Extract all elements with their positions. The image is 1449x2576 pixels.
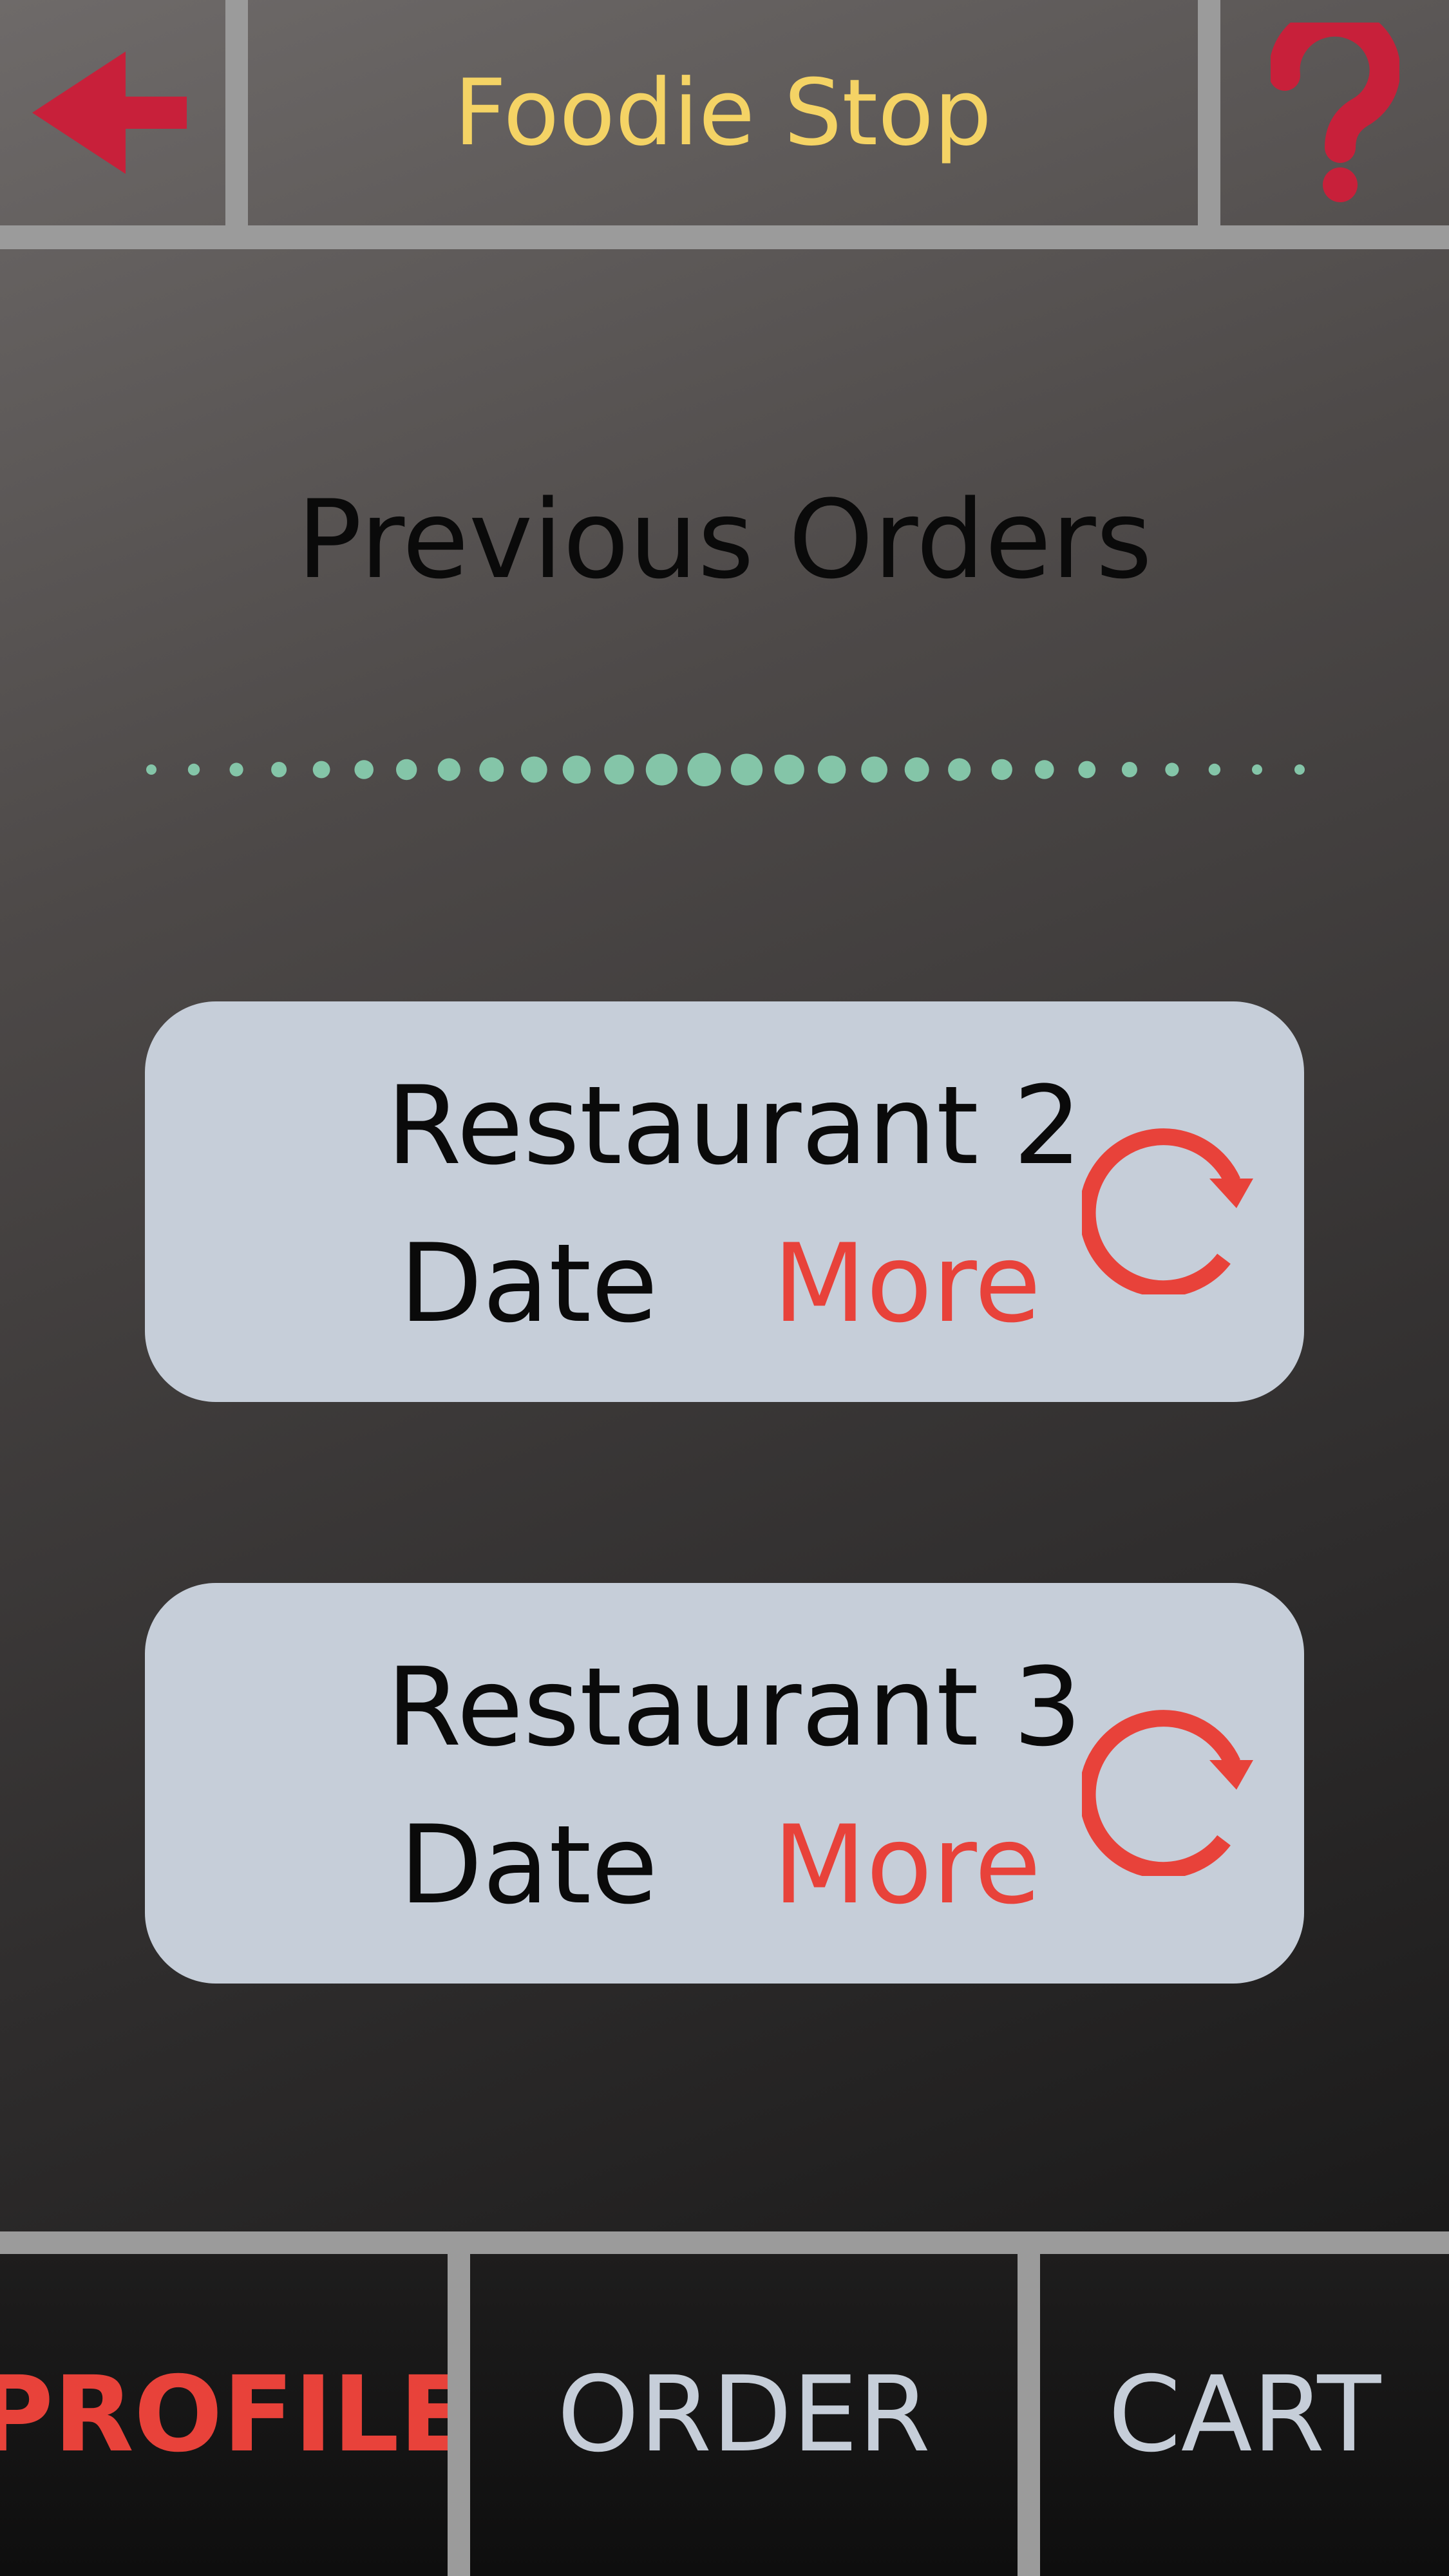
divider-dot — [1165, 762, 1179, 777]
order-card[interactable]: Restaurant 2 Date More — [145, 1001, 1304, 1402]
tab-profile[interactable]: PROFILE — [0, 2254, 471, 2576]
header-divider-right — [1198, 0, 1220, 225]
more-link[interactable]: More — [773, 1802, 1041, 1928]
divider-dot — [904, 757, 929, 782]
divider-dot — [271, 762, 287, 777]
question-mark-icon — [1270, 23, 1399, 202]
divider-dot — [991, 759, 1012, 781]
header-bar: Foodie Stop — [0, 0, 1449, 249]
divider-dot — [1294, 764, 1305, 775]
divider-dot — [774, 754, 804, 785]
nav-top-border — [0, 2231, 1449, 2254]
nav-divider — [448, 2254, 470, 2576]
divider-dot — [229, 762, 243, 777]
divider-dot — [687, 753, 721, 786]
divider-dot — [817, 755, 846, 784]
divider-dot — [1208, 763, 1221, 776]
tab-order[interactable]: ORDER — [470, 2254, 1018, 2576]
nav-divider — [1018, 2254, 1040, 2576]
bottom-nav: PROFILE ORDER CART — [0, 2231, 1449, 2576]
divider-dot — [312, 761, 330, 779]
divider-dot — [146, 764, 156, 775]
divider-dot — [520, 756, 547, 783]
divider-dot — [1121, 762, 1137, 777]
help-button[interactable] — [1220, 0, 1449, 225]
divider-dot — [645, 753, 677, 786]
header-divider-left — [225, 0, 248, 225]
divider-dot — [730, 753, 763, 786]
divider-dot — [187, 763, 200, 776]
page-title: Previous Orders — [296, 477, 1153, 603]
back-button[interactable] — [0, 0, 225, 225]
reorder-button[interactable] — [1079, 1108, 1269, 1298]
divider-dot — [396, 759, 417, 781]
reorder-icon — [1079, 1128, 1253, 1298]
order-date: Date — [399, 1220, 658, 1347]
divider-dot — [604, 754, 634, 785]
back-arrow-icon — [32, 52, 187, 174]
app-title: Foodie Stop — [453, 59, 992, 166]
tab-cart[interactable]: CART — [1040, 2254, 1449, 2576]
divider-dot — [479, 757, 504, 782]
divider-dot — [1078, 761, 1096, 779]
divider-dot — [437, 758, 460, 781]
divider-dot — [1035, 760, 1054, 779]
header-bottom-border — [0, 225, 1449, 249]
divider-dot — [861, 756, 887, 783]
order-card[interactable]: Restaurant 3 Date More — [145, 1583, 1304, 1984]
more-link[interactable]: More — [773, 1220, 1041, 1347]
order-date: Date — [399, 1802, 658, 1928]
reorder-button[interactable] — [1079, 1689, 1269, 1879]
divider-dot — [354, 760, 374, 779]
divider-dot — [948, 758, 971, 781]
divider-dot — [562, 755, 591, 784]
reorder-icon — [1079, 1710, 1253, 1879]
divider-dot — [1252, 764, 1262, 775]
